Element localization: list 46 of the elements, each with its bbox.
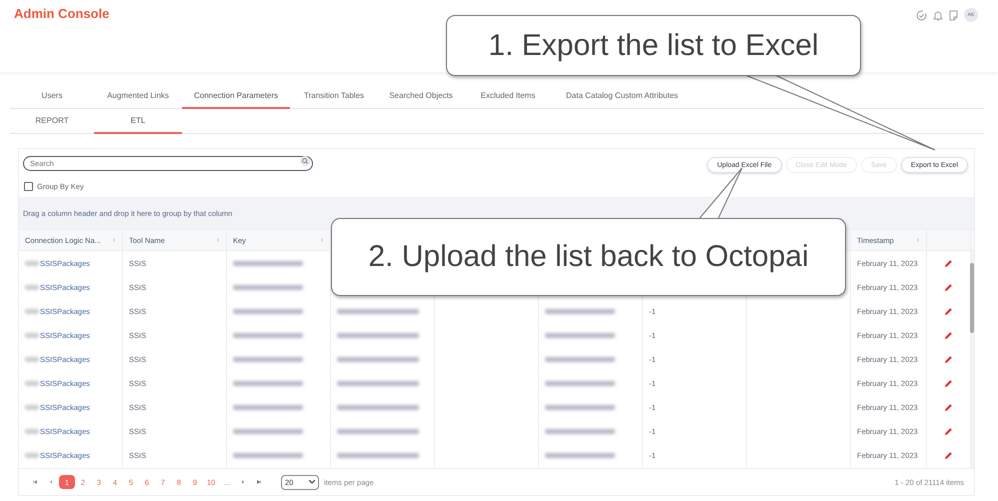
- tab[interactable]: Connection Parameters: [182, 84, 290, 109]
- tab[interactable]: Transition Tables: [290, 84, 378, 109]
- checkbox[interactable]: [24, 182, 33, 191]
- blurred-text: [233, 356, 303, 362]
- blurred-text: [233, 404, 303, 410]
- subtab[interactable]: ETL: [94, 109, 182, 134]
- app-title: Admin Console: [14, 6, 110, 21]
- tab[interactable]: Users: [10, 84, 94, 109]
- pencil-icon[interactable]: [944, 258, 953, 268]
- chevron-down-icon: [309, 480, 315, 484]
- callout-pointer: [698, 167, 744, 220]
- pencil-icon[interactable]: [944, 378, 953, 388]
- blurred-text: [545, 404, 615, 410]
- tab[interactable]: Augmented Links: [94, 84, 182, 109]
- blurred-text: [545, 452, 615, 458]
- blurred-text: [233, 452, 303, 458]
- blurred-text: [233, 428, 303, 434]
- blurred-text: [233, 308, 303, 314]
- last-page-icon: [255, 478, 263, 486]
- tab[interactable]: Excluded Items: [464, 84, 552, 109]
- blurred-text: [545, 308, 615, 314]
- blurred-text: [233, 380, 303, 386]
- callout: 1. Export the list to Excel: [446, 15, 861, 76]
- search-icon: [300, 156, 310, 166]
- blurred-text: [545, 380, 615, 386]
- pencil-icon[interactable]: [944, 306, 953, 316]
- tab[interactable]: Searched Objects: [378, 84, 464, 109]
- first-page-icon: [31, 478, 39, 486]
- tab[interactable]: Data Catalog Custom Attributes: [552, 84, 692, 109]
- blurred-text: [545, 356, 615, 362]
- bell-icon[interactable]: [933, 10, 943, 20]
- pencil-icon[interactable]: [944, 426, 953, 436]
- blurred-text: [233, 332, 303, 338]
- pencil-icon[interactable]: [944, 330, 953, 340]
- blurred-text: [233, 260, 303, 266]
- pencil-icon[interactable]: [944, 282, 953, 292]
- pencil-icon[interactable]: [944, 402, 953, 412]
- scrollbar-thumb[interactable]: [970, 263, 974, 333]
- blurred-text: [545, 332, 615, 338]
- subtab[interactable]: REPORT: [10, 109, 94, 134]
- blurred-text: [545, 428, 615, 434]
- pencil-icon[interactable]: [944, 450, 953, 460]
- check-circle-icon[interactable]: [916, 10, 927, 20]
- pencil-icon[interactable]: [944, 354, 953, 364]
- blurred-text: [233, 284, 303, 290]
- note-icon[interactable]: [949, 10, 958, 20]
